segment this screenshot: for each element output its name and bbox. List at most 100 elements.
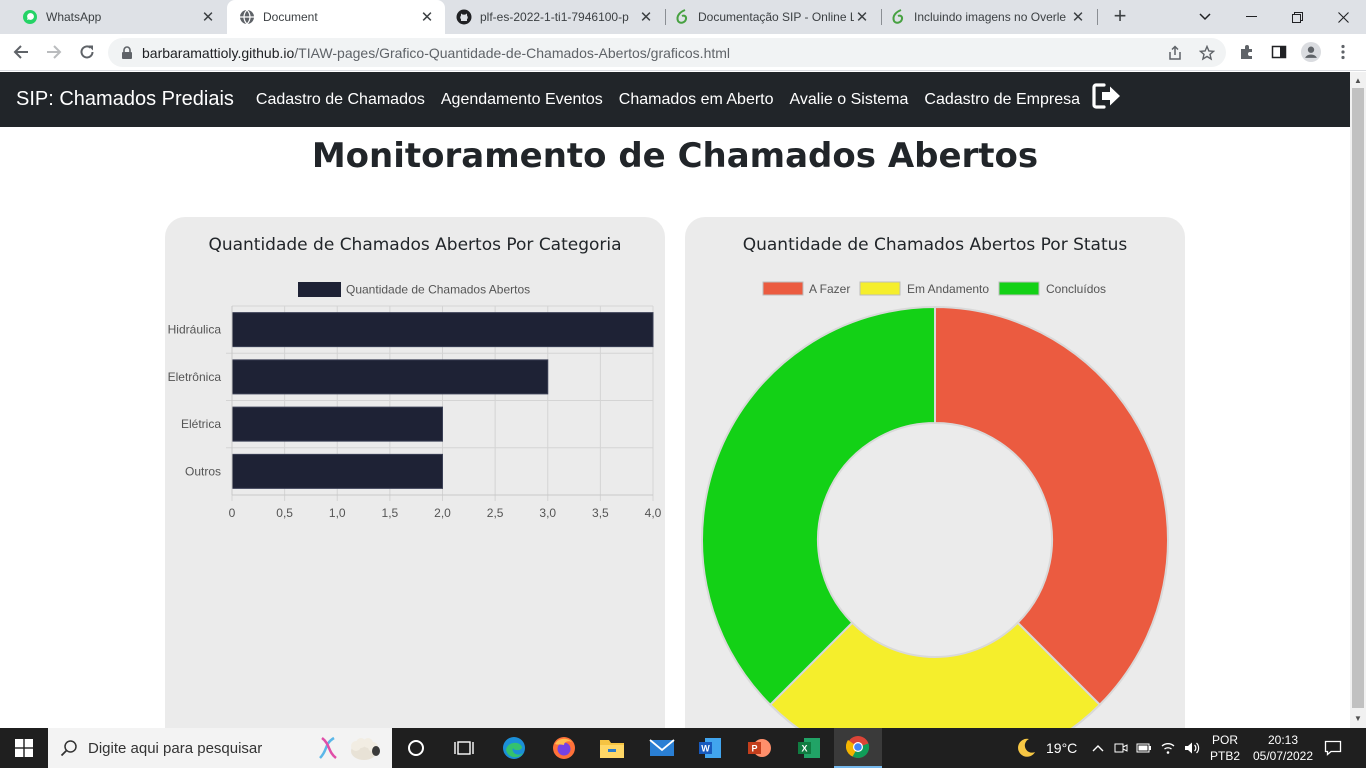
nav-link-cadastro-empresa[interactable]: Cadastro de Empresa [924, 91, 1080, 109]
svg-text:W: W [701, 744, 710, 754]
doughnut-legend: A Fazer Em Andamento Concluídos [762, 281, 1106, 296]
y-tick-label: Outros [185, 464, 221, 478]
x-tick-label: 2,0 [434, 506, 451, 520]
profile-button[interactable] [1301, 42, 1321, 62]
doughnut-chart-card: Quantidade de Chamados Abertos Por Statu… [685, 217, 1185, 737]
y-tick-label: Elétrica [181, 417, 221, 431]
taskbar-task-view[interactable] [440, 728, 488, 768]
taskbar-firefox[interactable] [540, 728, 588, 768]
doughnut-chart: A Fazer Em Andamento Concluídos [701, 281, 1169, 737]
tab-title: WhatsApp [46, 10, 102, 24]
word-icon: W [699, 738, 721, 758]
forward-button[interactable] [42, 40, 66, 64]
sign-out-icon[interactable] [1092, 82, 1122, 110]
tab-title: Incluindo imagens no Overle [914, 10, 1067, 24]
scroll-up-arrow[interactable]: ▲ [1350, 74, 1366, 88]
powerpoint-icon: P [748, 739, 771, 757]
firefox-icon [553, 737, 575, 759]
legend-swatch [998, 281, 1040, 296]
overleaf-icon [676, 9, 688, 24]
new-tab-button[interactable]: + [1108, 5, 1132, 29]
notification-icon [1324, 740, 1342, 756]
side-panel-icon [1271, 45, 1287, 59]
lock-icon [122, 45, 132, 59]
input-language-indicator[interactable]: POR PTB2 [1206, 728, 1244, 768]
side-panel-button[interactable] [1269, 42, 1289, 62]
search-icon [60, 740, 77, 757]
x-tick-label: 2,5 [487, 506, 504, 520]
tab-overleaf-images[interactable]: Incluindo imagens no Overle ✕ [882, 0, 1096, 34]
restore-button[interactable] [1274, 0, 1320, 34]
tab-search-button[interactable] [1182, 0, 1228, 34]
taskbar-cortana[interactable] [392, 728, 440, 768]
bar-chart-card: Quantidade de Chamados Abertos Por Categ… [165, 217, 665, 737]
search-highlight-illustration-icon [319, 736, 380, 760]
legend-label: Em Andamento [907, 282, 989, 296]
browser-tab-strip: WhatsApp ✕ Document ✕ plf-es-2022-1-ti1-… [0, 0, 1366, 34]
github-icon [456, 9, 472, 25]
nav-link-chamados-aberto[interactable]: Chamados em Aberto [619, 91, 774, 109]
site-navbar: SIP: Chamados Prediais Cadastro de Chama… [0, 72, 1350, 127]
x-tick-label: 4,0 [645, 506, 662, 520]
close-window-button[interactable] [1320, 0, 1366, 34]
reload-icon [80, 45, 94, 59]
minimize-button[interactable] [1228, 0, 1274, 34]
nav-link-agendamento-eventos[interactable]: Agendamento Eventos [441, 91, 603, 109]
weather-widget[interactable]: 19°C [1014, 728, 1077, 768]
meet-now-icon[interactable] [1114, 741, 1128, 755]
clock[interactable]: 20:13 05/07/2022 [1246, 728, 1320, 768]
close-icon[interactable]: ✕ [419, 8, 435, 26]
wifi-icon[interactable] [1160, 741, 1176, 755]
scrollbar-thumb[interactable] [1352, 88, 1364, 708]
doughnut-slice [934, 305, 1169, 707]
close-icon[interactable]: ✕ [1070, 8, 1086, 26]
taskbar-mail[interactable] [638, 728, 686, 768]
navbar-brand[interactable]: SIP: Chamados Prediais [16, 88, 234, 111]
share-icon[interactable] [1167, 45, 1183, 61]
tab-document[interactable]: Document ✕ [227, 0, 445, 34]
overleaf-icon [892, 9, 904, 24]
menu-button[interactable] [1333, 42, 1353, 62]
close-icon[interactable]: ✕ [854, 8, 870, 26]
tab-title: Document [263, 10, 318, 24]
tab-github[interactable]: plf-es-2022-1-ti1-7946100-p ✕ [446, 0, 664, 34]
chevron-up-icon[interactable] [1092, 744, 1104, 752]
tab-title: Documentação SIP - Online L [698, 10, 854, 24]
page-scrollbar[interactable]: ▲ ▼ [1350, 72, 1366, 728]
legend-label: A Fazer [809, 282, 850, 296]
tab-whatsapp[interactable]: WhatsApp ✕ [0, 0, 226, 34]
reload-button[interactable] [75, 40, 99, 64]
back-button[interactable] [9, 40, 33, 64]
taskbar-powerpoint[interactable]: P [735, 728, 783, 768]
tab-overleaf-docs[interactable]: Documentação SIP - Online L ✕ [666, 0, 880, 34]
taskbar-excel[interactable]: X [785, 728, 833, 768]
star-icon[interactable] [1199, 45, 1215, 61]
bar [231, 359, 549, 395]
nav-link-avalie-sistema[interactable]: Avalie o Sistema [790, 91, 909, 109]
legend-swatch [859, 281, 901, 296]
taskbar-chrome[interactable] [834, 728, 882, 768]
battery-icon[interactable] [1136, 742, 1152, 754]
bar [231, 312, 654, 348]
chrome-icon [846, 736, 870, 759]
taskbar-file-explorer[interactable] [588, 728, 636, 768]
taskbar-search-box[interactable]: Digite aqui para pesquisar [48, 728, 392, 768]
taskbar-edge[interactable] [490, 728, 538, 768]
bar [231, 406, 443, 442]
address-bar[interactable]: barbaramattioly.github.io/TIAW-pages/Gra… [108, 38, 1226, 67]
nav-link-cadastro-chamados[interactable]: Cadastro de Chamados [256, 91, 425, 109]
clock-time: 20:13 [1267, 733, 1299, 747]
cortana-icon [408, 740, 424, 756]
close-icon[interactable]: ✕ [638, 8, 654, 26]
volume-icon[interactable] [1184, 741, 1200, 755]
extensions-button[interactable] [1237, 42, 1257, 62]
notification-center-button[interactable] [1322, 728, 1344, 768]
start-button[interactable] [0, 728, 48, 768]
taskbar-word[interactable]: W [686, 728, 734, 768]
url-path: /TIAW-pages/Grafico-Quantidade-de-Chamad… [294, 44, 731, 61]
scroll-down-arrow[interactable]: ▼ [1350, 712, 1366, 726]
whatsapp-icon [23, 10, 37, 24]
arrow-left-icon [13, 45, 28, 59]
arrow-right-icon [47, 45, 62, 59]
close-icon[interactable]: ✕ [200, 8, 216, 26]
